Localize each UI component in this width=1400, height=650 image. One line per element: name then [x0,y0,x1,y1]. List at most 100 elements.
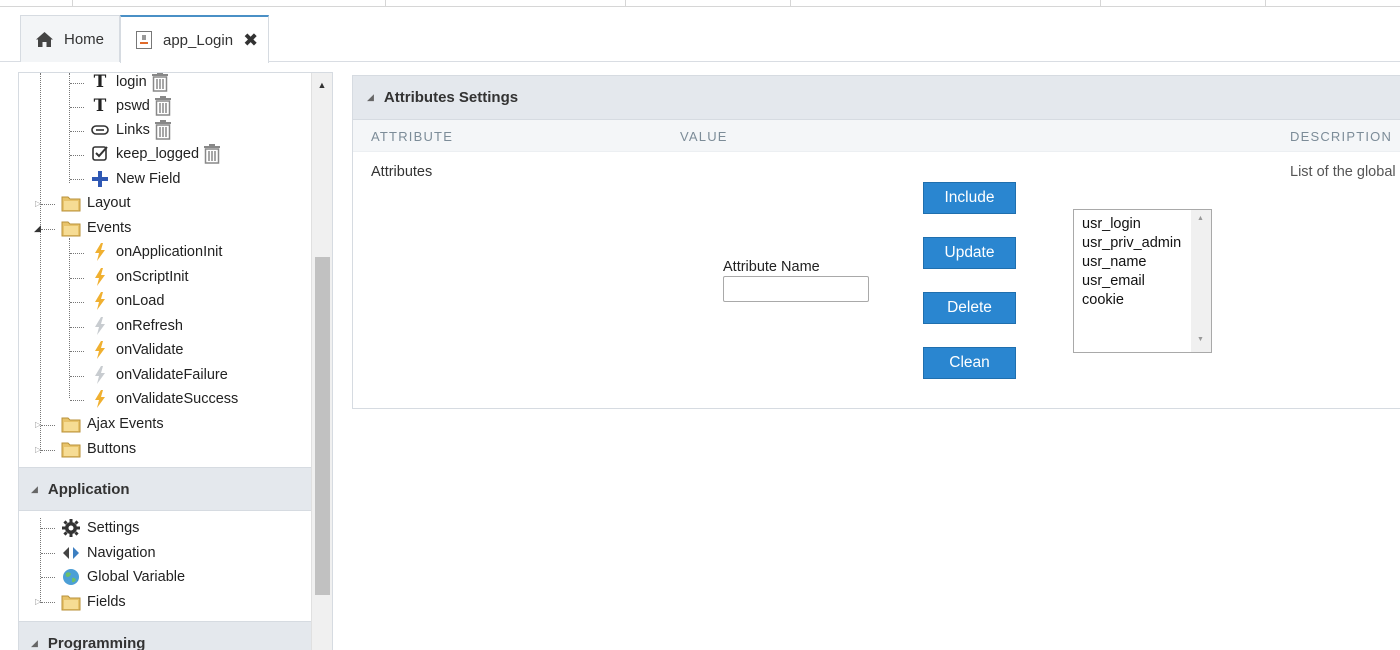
tree-item-events[interactable]: Events [60,216,131,240]
tree-item-label: Ajax Events [87,416,164,432]
close-icon[interactable]: ✖ [243,30,258,51]
list-item[interactable]: cookie [1082,292,1124,308]
tree-line [40,73,41,453]
expand-icon[interactable]: ▷ [35,199,41,208]
list-item[interactable]: usr_priv_admin [1082,235,1181,251]
tree-item-label: Buttons [87,441,137,457]
gear-icon [60,518,82,538]
home-icon [35,31,54,48]
lightning-icon [89,389,111,409]
lightning-icon-inactive [89,316,111,336]
tree-item-layout[interactable]: Layout [60,191,131,215]
text-field-icon: T [93,72,107,92]
tree-item-label: onValidateSuccess [116,391,239,407]
trash-icon[interactable] [154,96,172,116]
tree-line [41,450,55,451]
section-application[interactable]: ◢ Application [19,467,311,511]
expand-icon[interactable]: ▷ [35,445,41,454]
listbox-scrollbar[interactable]: ▲ ▼ [1191,210,1211,352]
tree-line [41,602,55,603]
lightning-icon [89,242,111,262]
trash-icon[interactable] [151,73,169,92]
tree-item-label: onScriptInit [116,269,189,285]
tree-item-label: login [116,74,147,90]
tree-line [41,229,55,230]
lightning-icon [89,267,111,287]
tree-item-onload[interactable]: onLoad [89,289,164,313]
tree-line [70,107,84,108]
tree-item-label: New Field [116,171,181,187]
scroll-down-arrow-icon[interactable]: ▼ [1197,336,1204,343]
scroll-up-arrow-icon[interactable]: ▲ [1197,215,1204,222]
tree-item-label: onApplicationInit [116,244,223,260]
column-value: VALUE [680,129,728,144]
tree-line [69,73,70,183]
attribute-name-input[interactable] [723,276,869,302]
app-item-label: Global Variable [87,569,186,585]
tree-item-links[interactable]: Links [89,118,172,142]
scroll-up-arrow-icon[interactable]: ▲ [312,73,332,97]
plus-icon [89,169,111,189]
tree-line [70,302,84,303]
tree-item-buttons[interactable]: Buttons [60,437,136,461]
folder-icon [60,193,82,213]
update-button[interactable]: Update [923,237,1016,269]
lightning-icon-inactive [89,365,111,385]
tree-line [40,518,41,603]
app-item-fields[interactable]: Fields [60,590,126,614]
tree-line [70,351,84,352]
include-button[interactable]: Include [923,182,1016,214]
tree-item-new-field[interactable]: New Field [89,167,180,191]
tree-item-label: Events [87,220,132,236]
attributes-row-label: Attributes [371,164,433,180]
tree-item-ajax-events[interactable]: Ajax Events [60,412,164,436]
list-item[interactable]: usr_email [1082,273,1145,289]
expand-icon[interactable]: ▷ [35,597,41,606]
app-item-navigation[interactable]: Navigation [60,541,156,565]
tree-item-keep-logged[interactable]: keep_logged [89,142,221,166]
list-item[interactable]: usr_login [1082,216,1141,232]
trash-icon[interactable] [203,144,221,164]
app-item-label: Navigation [87,545,156,561]
delete-button[interactable]: Delete [923,292,1016,324]
left-panel-scrollbar[interactable]: ▲ [311,73,332,650]
tree-item-onrefresh[interactable]: onRefresh [89,314,183,338]
tab-home[interactable]: Home [20,15,120,62]
attributes-settings-panel: ◢ Attributes Settings ATTRIBUTE VALUE DE… [352,75,1400,409]
tree-line [41,553,55,554]
tree-item-onvalidatesuccess[interactable]: onValidateSuccess [89,387,238,411]
attributes-listbox[interactable]: usr_login usr_priv_admin usr_name usr_em… [1073,209,1212,353]
tree-line [70,155,84,156]
tree-item-onvalidate[interactable]: onValidate [89,338,183,362]
panel-header[interactable]: ◢ Attributes Settings [353,76,1400,120]
tree-item-onvalidatefailure[interactable]: onValidateFailure [89,363,228,387]
tree-item-onscriptinit[interactable]: onScriptInit [89,265,189,289]
app-item-settings[interactable]: Settings [60,516,139,540]
tree-item-pswd[interactable]: T pswd [89,94,172,118]
attributes-row-description: List of the global [1290,164,1396,180]
tree-line [70,253,84,254]
tree-item-label: keep_logged [116,146,200,162]
section-programming[interactable]: ◢ Programming [19,621,311,650]
scroll-thumb[interactable] [315,257,330,595]
app-item-global-variable[interactable]: Global Variable [60,565,185,589]
lightning-icon [89,340,111,360]
tree-line [41,425,55,426]
panel-title: Attributes Settings [383,89,519,106]
trash-icon[interactable] [154,120,172,140]
collapse-caret-icon: ◢ [31,483,38,494]
tab-app-login[interactable]: app_Login ✖ [120,15,269,63]
expand-icon[interactable]: ▷ [35,420,41,429]
tree-line [41,577,55,578]
list-item[interactable]: usr_name [1082,254,1146,270]
tree-item-login[interactable]: T login [89,72,169,94]
tree-line [70,400,84,401]
column-attribute: ATTRIBUTE [371,129,454,144]
tree-line [69,238,70,398]
section-title: Programming [47,634,146,650]
tree-item-onapplicationinit[interactable]: onApplicationInit [89,240,222,264]
clean-button[interactable]: Clean [923,347,1016,379]
collapse-icon[interactable]: ◢ [34,223,41,234]
lightning-icon [89,291,111,311]
checkbox-field-icon [89,144,111,164]
